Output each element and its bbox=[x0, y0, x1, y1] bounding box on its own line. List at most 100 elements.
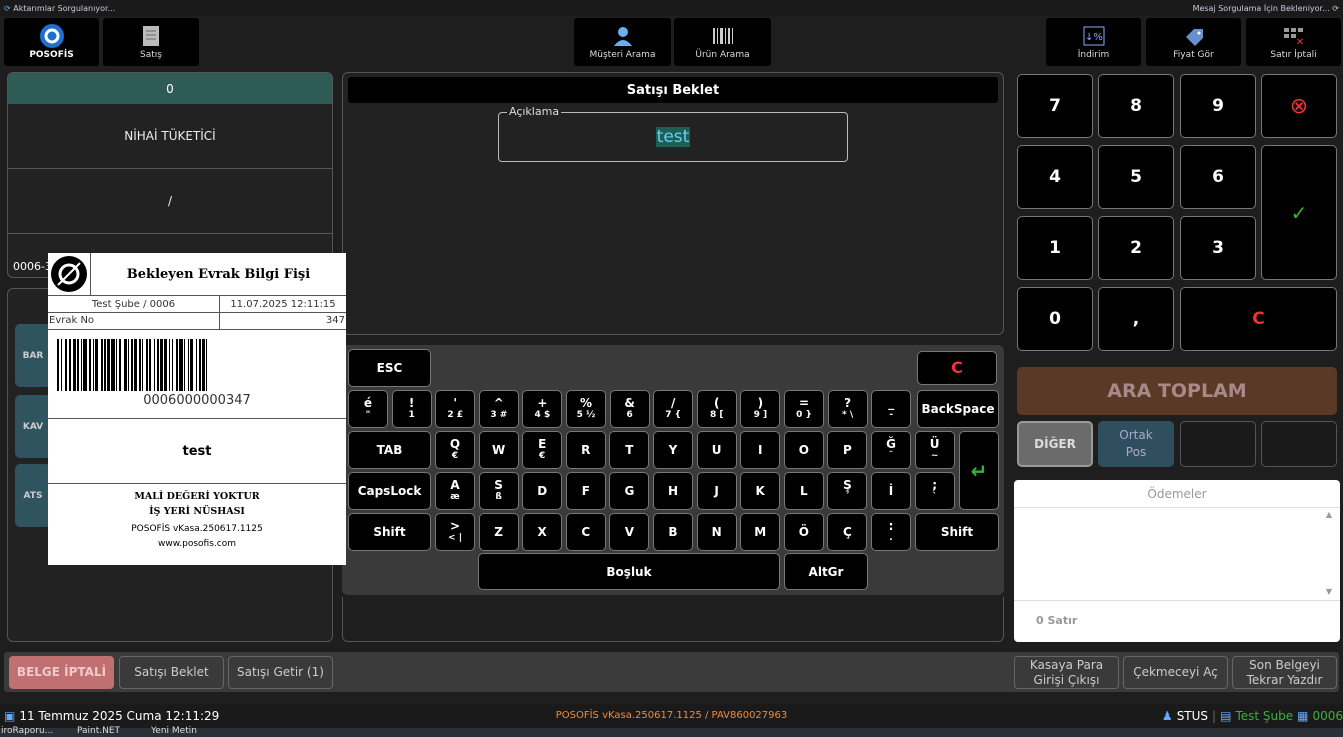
key-d[interactable]: D bbox=[522, 472, 563, 510]
key-ö[interactable]: Ö bbox=[783, 513, 824, 551]
key-9[interactable]: (8 [ bbox=[696, 390, 737, 428]
left-button-kav[interactable]: KAV bbox=[15, 395, 51, 458]
shift-left-key[interactable]: Shift bbox=[348, 513, 431, 551]
aciklama-field[interactable]: Açıklama test bbox=[498, 105, 848, 162]
key-e[interactable]: E € bbox=[522, 431, 563, 469]
key-m[interactable]: M bbox=[740, 513, 781, 551]
backspace-key[interactable]: BackSpace bbox=[917, 390, 999, 428]
cancel-button[interactable]: ⊗ bbox=[1261, 74, 1337, 138]
urun-arama-button[interactable]: Ürün Arama bbox=[674, 18, 771, 66]
musteri-arama-button[interactable]: Müşteri Arama bbox=[574, 18, 671, 66]
ortak-pos-button[interactable]: Ortak Pos bbox=[1098, 421, 1174, 467]
key-u[interactable]: U bbox=[696, 431, 737, 469]
altgr-key[interactable]: AltGr bbox=[784, 553, 868, 590]
left-button-bar[interactable]: BAR bbox=[15, 324, 51, 387]
key-p[interactable]: P bbox=[827, 431, 868, 469]
key-o[interactable]: O bbox=[783, 431, 824, 469]
numpad-1[interactable]: 1 bbox=[1017, 216, 1093, 280]
key-13[interactable]: _ - bbox=[871, 390, 912, 428]
key-3[interactable]: ' 2 £ bbox=[435, 390, 476, 428]
key-l[interactable]: L bbox=[783, 472, 824, 510]
scroll-down-icon[interactable]: ▼ bbox=[1326, 587, 1332, 596]
satis-button[interactable]: Satış bbox=[103, 18, 199, 66]
esc-key[interactable]: ESC bbox=[348, 349, 431, 387]
numpad-9[interactable]: 9 bbox=[1180, 74, 1256, 138]
satir-iptali-button[interactable]: ✕ Satır İptali bbox=[1246, 18, 1341, 66]
key-i̇[interactable]: İ bbox=[871, 472, 911, 510]
key-v[interactable]: V bbox=[609, 513, 650, 551]
tab-key[interactable]: TAB bbox=[348, 431, 431, 469]
key-ç[interactable]: Ç bbox=[827, 513, 868, 551]
enter-key[interactable]: ↵ bbox=[959, 431, 999, 510]
key-12[interactable]: ? * \ bbox=[827, 390, 868, 428]
key-5[interactable]: +4 $ bbox=[522, 390, 563, 428]
key-11[interactable]: = 0 } bbox=[784, 390, 824, 428]
empty-button-1[interactable] bbox=[1180, 421, 1256, 467]
numpad-2[interactable]: 2 bbox=[1098, 216, 1174, 280]
cekmece-ac-button[interactable]: Çekmeceyi Aç bbox=[1123, 656, 1228, 689]
key-ü[interactable]: Ü ~ bbox=[914, 431, 955, 469]
key-ş[interactable]: Ş ´ bbox=[827, 472, 868, 510]
key-r[interactable]: R bbox=[565, 431, 606, 469]
key-2[interactable]: ! 1 bbox=[391, 390, 432, 428]
key-a[interactable]: Aæ bbox=[435, 472, 475, 510]
key-f[interactable]: F bbox=[565, 472, 606, 510]
numpad-4[interactable]: 4 bbox=[1017, 145, 1093, 209]
empty-button-2[interactable] bbox=[1261, 421, 1337, 467]
indirim-button[interactable]: ↓% İndirim bbox=[1046, 18, 1141, 66]
numpad-8[interactable]: 8 bbox=[1098, 74, 1174, 138]
capslock-key[interactable]: CapsLock bbox=[348, 472, 431, 510]
key-i[interactable]: I bbox=[740, 431, 781, 469]
key-6[interactable]: % 5 ½ bbox=[566, 390, 606, 428]
key-:[interactable]: :. bbox=[871, 513, 911, 551]
numpad-3[interactable]: 3 bbox=[1180, 216, 1256, 280]
key-10[interactable]: ) 9 ] bbox=[740, 390, 781, 428]
confirm-button[interactable]: ✓ bbox=[1261, 145, 1337, 280]
fiyat-gor-button[interactable]: Fiyat Gör bbox=[1146, 18, 1241, 66]
satisi-beklet-button[interactable]: Satışı Beklet bbox=[119, 656, 224, 689]
key-t[interactable]: T bbox=[609, 431, 650, 469]
numpad-5[interactable]: 5 bbox=[1098, 145, 1174, 209]
key-4[interactable]: ^ 3 # bbox=[478, 390, 519, 428]
key-h[interactable]: H bbox=[653, 472, 693, 510]
scroll-up-icon[interactable]: ▲ bbox=[1326, 510, 1332, 519]
satisi-getir-button[interactable]: Satışı Getir (1) bbox=[228, 656, 333, 689]
customer-name[interactable]: NİHAİ TÜKETİCİ bbox=[8, 104, 332, 169]
key-w[interactable]: W bbox=[478, 431, 519, 469]
aciklama-input[interactable]: test bbox=[655, 127, 691, 147]
taskbar-item-2[interactable]: Paint.NET bbox=[77, 726, 120, 736]
shift-right-key[interactable]: Shift bbox=[915, 513, 999, 551]
key-c[interactable]: C bbox=[565, 513, 606, 551]
numpad-clear[interactable]: C bbox=[1180, 287, 1337, 351]
key-;[interactable]: ; ` bbox=[914, 472, 955, 510]
key-y[interactable]: Y bbox=[653, 431, 693, 469]
key-n[interactable]: N bbox=[696, 513, 737, 551]
kasaya-para-button[interactable]: Kasaya Para Girişi Çıkışı bbox=[1014, 656, 1119, 689]
key-8[interactable]: /7 { bbox=[653, 390, 694, 428]
space-key[interactable]: Boşluk bbox=[478, 553, 780, 590]
key-g[interactable]: G bbox=[609, 472, 650, 510]
key-x[interactable]: X bbox=[522, 513, 563, 551]
taskbar-item-3[interactable]: Yeni Metin bbox=[151, 726, 197, 736]
ara-toplam-button[interactable]: ARA TOPLAM bbox=[1017, 367, 1337, 415]
left-button-ats[interactable]: ATS bbox=[15, 464, 51, 527]
keyboard-clear-key[interactable]: C bbox=[917, 351, 997, 385]
key-z[interactable]: Z bbox=[478, 513, 519, 551]
posofis-button[interactable]: POSOFİS bbox=[4, 18, 99, 66]
key-j[interactable]: J bbox=[696, 472, 737, 510]
belge-iptali-button[interactable]: BELGE İPTALİ bbox=[9, 656, 114, 689]
key-s[interactable]: Sß bbox=[478, 472, 519, 510]
key-1[interactable]: é " bbox=[348, 390, 388, 428]
key-7[interactable]: & 6 bbox=[609, 390, 650, 428]
taskbar-item-1[interactable]: iroRaporu... bbox=[1, 726, 53, 736]
key->[interactable]: > < | bbox=[435, 513, 475, 551]
key-b[interactable]: B bbox=[653, 513, 693, 551]
numpad-7[interactable]: 7 bbox=[1017, 74, 1093, 138]
key-q[interactable]: Q € bbox=[435, 431, 475, 469]
numpad-0[interactable]: 0 bbox=[1017, 287, 1093, 351]
diger-button[interactable]: DİĞER bbox=[1017, 421, 1093, 467]
key-ğ[interactable]: Ğ ¨ bbox=[871, 431, 911, 469]
key-k[interactable]: K bbox=[740, 472, 781, 510]
son-belge-button[interactable]: Son Belgeyi Tekrar Yazdır bbox=[1232, 656, 1337, 689]
numpad-6[interactable]: 6 bbox=[1180, 145, 1256, 209]
